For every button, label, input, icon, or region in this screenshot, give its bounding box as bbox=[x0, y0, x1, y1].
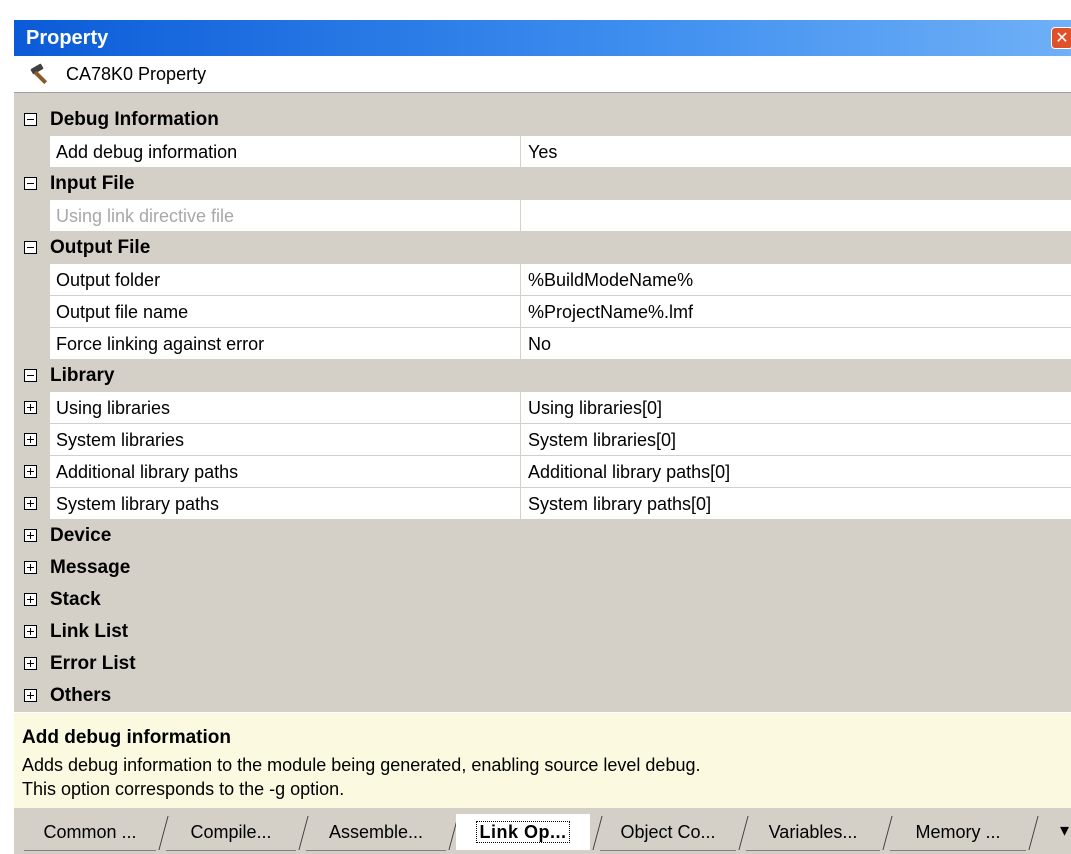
category-label: Error List bbox=[50, 653, 136, 674]
collapse-icon[interactable] bbox=[24, 369, 37, 382]
category-message[interactable]: Message bbox=[14, 552, 1071, 584]
property-value[interactable]: System libraries[0] bbox=[528, 424, 676, 456]
expand-icon[interactable] bbox=[24, 465, 37, 478]
close-icon: ✕ bbox=[1055, 30, 1069, 47]
category-link-list[interactable]: Link List bbox=[14, 616, 1071, 648]
description-text: This option corresponds to the -g option… bbox=[22, 779, 345, 799]
category-label: Stack bbox=[50, 589, 101, 610]
close-button[interactable]: ✕ bbox=[1051, 27, 1071, 49]
expand-icon[interactable] bbox=[24, 561, 37, 574]
description-title: Add debug information bbox=[22, 727, 231, 748]
property-row-using-link-directive-file: Using link directive file bbox=[14, 200, 1071, 232]
tab-label: Compile... bbox=[190, 822, 272, 842]
property-name: Add debug information bbox=[56, 142, 238, 162]
expand-icon[interactable] bbox=[24, 401, 37, 414]
property-panel: Property ✕ CA78K0 Property Debug Informa… bbox=[14, 20, 1071, 854]
property-header: CA78K0 Property bbox=[14, 56, 1071, 93]
tab-label: Link Op... bbox=[476, 821, 570, 843]
property-grid: Debug Information Add debug information … bbox=[14, 104, 1071, 712]
category-label: Library bbox=[50, 365, 115, 386]
category-input-file[interactable]: Input File bbox=[14, 168, 1071, 200]
property-name: Additional library paths bbox=[56, 462, 239, 482]
description-text: Adds debug information to the module bei… bbox=[22, 755, 701, 775]
tab-memory[interactable]: Memory ... bbox=[890, 814, 1026, 851]
property-row-additional-library-paths[interactable]: Additional library paths Additional libr… bbox=[14, 456, 1071, 488]
value-cell[interactable] bbox=[520, 136, 1071, 167]
tab-variables[interactable]: Variables... bbox=[746, 814, 880, 851]
tab-label: Assemble... bbox=[328, 822, 424, 842]
property-value[interactable]: Additional library paths[0] bbox=[528, 456, 730, 488]
property-value[interactable]: %ProjectName%.lmf bbox=[528, 296, 693, 328]
tab-object-convert[interactable]: Object Co... bbox=[600, 814, 736, 851]
value-cell bbox=[520, 200, 1071, 231]
expand-icon[interactable] bbox=[24, 497, 37, 510]
property-row-force-linking[interactable]: Force linking against error No bbox=[14, 328, 1071, 360]
category-label: Debug Information bbox=[50, 109, 219, 130]
expand-icon[interactable] bbox=[24, 657, 37, 670]
collapse-icon[interactable] bbox=[24, 177, 37, 190]
property-name: Using libraries bbox=[56, 398, 171, 418]
category-others[interactable]: Others bbox=[14, 680, 1071, 712]
tab-link-options[interactable]: Link Op... bbox=[456, 814, 590, 850]
tab-assemble[interactable]: Assemble... bbox=[306, 814, 446, 851]
expand-icon[interactable] bbox=[24, 593, 37, 606]
property-row-using-libraries[interactable]: Using libraries Using libraries[0] bbox=[14, 392, 1071, 424]
expand-icon[interactable] bbox=[24, 689, 37, 702]
window-title: Property bbox=[26, 27, 109, 49]
tab-label: Variables... bbox=[768, 822, 858, 842]
category-stack[interactable]: Stack bbox=[14, 584, 1071, 616]
category-label: Output File bbox=[50, 237, 151, 258]
property-value[interactable]: %BuildModeName% bbox=[528, 264, 693, 296]
property-row-add-debug-information[interactable]: Add debug information Yes bbox=[14, 136, 1071, 168]
hammer-icon bbox=[30, 63, 48, 85]
category-device[interactable]: Device bbox=[14, 520, 1071, 552]
tab-label: Object Co... bbox=[620, 822, 716, 842]
property-row-output-file-name[interactable]: Output file name %ProjectName%.lmf bbox=[14, 296, 1071, 328]
tab-compile[interactable]: Compile... bbox=[166, 814, 296, 851]
tab-bar: Common ... Compile... Assemble... Link O… bbox=[14, 812, 1071, 854]
tab-overflow-icon[interactable]: ▾ bbox=[1060, 820, 1069, 841]
tab-label: Memory ... bbox=[915, 822, 1001, 842]
tab-common[interactable]: Common ... bbox=[24, 814, 156, 851]
property-name: System library paths bbox=[56, 494, 220, 514]
property-value[interactable]: System library paths[0] bbox=[528, 488, 711, 520]
property-name: Output folder bbox=[56, 270, 161, 290]
value-cell[interactable] bbox=[520, 328, 1071, 359]
property-name: System libraries bbox=[56, 430, 185, 450]
property-value[interactable]: Yes bbox=[528, 136, 557, 168]
category-debug-information[interactable]: Debug Information bbox=[14, 104, 1071, 136]
category-label: Link List bbox=[50, 621, 129, 642]
expand-icon[interactable] bbox=[24, 625, 37, 638]
header-label: CA78K0 Property bbox=[66, 64, 207, 84]
property-name: Using link directive file bbox=[56, 206, 235, 226]
property-name: Output file name bbox=[56, 302, 189, 322]
category-label: Input File bbox=[50, 173, 135, 194]
expand-icon[interactable] bbox=[24, 529, 37, 542]
property-value[interactable]: Using libraries[0] bbox=[528, 392, 662, 424]
category-error-list[interactable]: Error List bbox=[14, 648, 1071, 680]
collapse-icon[interactable] bbox=[24, 241, 37, 254]
category-label: Device bbox=[50, 525, 112, 546]
collapse-icon[interactable] bbox=[24, 113, 37, 126]
tab-label: Common ... bbox=[43, 822, 137, 842]
category-label: Message bbox=[50, 557, 131, 578]
property-row-output-folder[interactable]: Output folder %BuildModeName% bbox=[14, 264, 1071, 296]
property-value[interactable]: No bbox=[528, 328, 551, 360]
category-output-file[interactable]: Output File bbox=[14, 232, 1071, 264]
category-library[interactable]: Library bbox=[14, 360, 1071, 392]
property-row-system-libraries[interactable]: System libraries System libraries[0] bbox=[14, 424, 1071, 456]
property-row-system-library-paths[interactable]: System library paths System library path… bbox=[14, 488, 1071, 520]
property-name: Force linking against error bbox=[56, 334, 265, 354]
expand-icon[interactable] bbox=[24, 433, 37, 446]
category-label: Others bbox=[50, 685, 112, 706]
description-pane: Add debug information Adds debug informa… bbox=[14, 712, 1071, 808]
title-bar: Property ✕ bbox=[14, 20, 1071, 56]
